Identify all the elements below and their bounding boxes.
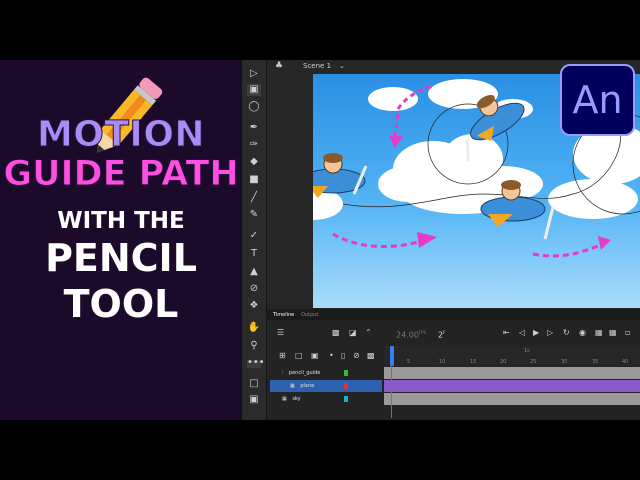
timeline-tabs: Timeline Output: [267, 310, 640, 320]
letterbox-bottom: [0, 420, 640, 480]
insert-frame-icon[interactable]: ▦: [609, 322, 617, 344]
ruler-tick: 30: [561, 359, 568, 365]
layer-icon: ▦: [282, 396, 287, 402]
layer-name[interactable]: pencil_guide: [289, 370, 320, 376]
pen-icon[interactable]: ✒: [247, 122, 261, 134]
visibility-icon[interactable]: ⊘: [353, 346, 360, 366]
paint-bucket-icon[interactable]: ▲: [247, 266, 261, 278]
title-guide-path: GUIDE PATH: [3, 154, 239, 195]
ruler-tick: 10: [439, 359, 446, 365]
layer-row-sky[interactable]: ▦ sky: [270, 393, 382, 405]
fps-value[interactable]: 24.00: [396, 331, 419, 340]
eyedropper-icon[interactable]: ⊘: [247, 283, 261, 295]
layer-tools: ⊞ □ ▣ • ▯ ⊘ ▩: [267, 346, 382, 366]
pencil-tool-icon[interactable]: ✎: [247, 209, 261, 221]
layer-row-plane[interactable]: ▦ plane: [270, 380, 382, 392]
scene-label[interactable]: Scene 1: [303, 60, 331, 73]
layer-color-swatch[interactable]: [344, 396, 348, 402]
layer-name[interactable]: plane: [300, 383, 314, 389]
frames-row-sky[interactable]: [384, 393, 640, 405]
tab-timeline[interactable]: Timeline: [273, 310, 294, 320]
timeline-controls: ☰ ▩ ◪ ⌃ ⇤ ◁ ▶ ▷ ↻ ◉ ▦ ▦ ▫: [267, 322, 640, 344]
layer-depth-icon[interactable]: ◪: [349, 322, 357, 344]
rectangle-icon[interactable]: ■: [247, 174, 261, 186]
tools-panel: ▷ ▣ ◯ ✒ ✑ ◆ ■ ╱ ✎ ✓ T ▲ ⊘ ❖ ✋ ⚲ ••• □ ▣: [242, 60, 267, 420]
frames-row-plane[interactable]: [384, 380, 640, 392]
outline-icon[interactable]: ▯: [341, 346, 345, 366]
motion-layer-icon: ▦: [290, 383, 295, 389]
loop-icon[interactable]: ↻: [563, 322, 570, 344]
title-pencil: PENCIL: [45, 236, 197, 280]
eraser-icon[interactable]: ◆: [247, 156, 261, 168]
fps-display[interactable]: 24.00FPS: [396, 322, 426, 347]
frame-ruler[interactable]: 1s 5 10 15 20 25 30 35 40: [384, 346, 640, 366]
title-tool: TOOL: [63, 282, 179, 326]
guide-layer-icon: ∶: [282, 370, 284, 376]
zoom-icon[interactable]: ⚲: [247, 340, 261, 352]
play-icon[interactable]: ▶: [533, 322, 539, 344]
trash-icon[interactable]: ▣: [311, 346, 319, 366]
camera-icon[interactable]: ▩: [332, 322, 340, 344]
ruler-tick: 40: [622, 359, 629, 365]
ruler-tick: 35: [592, 359, 599, 365]
more-icon[interactable]: •••: [247, 358, 265, 368]
tab-output[interactable]: Output: [301, 310, 318, 320]
chevron-down-icon[interactable]: ⌄: [339, 60, 345, 73]
ruler-tick: 25: [530, 359, 537, 365]
new-folder-icon[interactable]: □: [295, 346, 303, 366]
playhead-line: [391, 366, 392, 418]
title-motion: MOTION: [36, 114, 206, 156]
title-with-the: WITH THE: [57, 208, 185, 234]
next-frame-icon[interactable]: ▷: [547, 322, 553, 344]
selection-tool-icon[interactable]: ▷: [247, 68, 261, 80]
layer-color-swatch[interactable]: [344, 370, 348, 376]
pen-tool-icon[interactable]: ✓: [247, 230, 261, 242]
prev-frame-icon[interactable]: ◁: [519, 322, 525, 344]
bone-icon[interactable]: ❖: [247, 300, 261, 312]
frames-row-pencil-guide[interactable]: [384, 367, 640, 379]
graph-icon[interactable]: ⌃: [365, 322, 372, 344]
current-frame-display[interactable]: 2F: [438, 322, 445, 347]
letterbox-top: [0, 0, 640, 60]
layer-color-swatch[interactable]: [344, 383, 348, 389]
first-frame-icon[interactable]: ⇤: [503, 322, 510, 344]
playhead[interactable]: [390, 346, 394, 366]
lasso-icon[interactable]: ◯: [247, 101, 261, 113]
title-panel: MOTION GUIDE PATH WITH THE PENCIL TOOL: [0, 60, 242, 420]
hand-icon[interactable]: ✋: [247, 322, 261, 334]
stroke-color-icon[interactable]: □: [247, 378, 261, 390]
animate-logo-text: An: [572, 78, 623, 122]
layer-name[interactable]: sky: [292, 396, 300, 402]
fps-unit: FPS: [418, 330, 427, 335]
edit-frames-icon[interactable]: ▦: [595, 322, 603, 344]
onion-skin-icon[interactable]: ◉: [579, 322, 586, 344]
scene-icon: ♣: [275, 61, 284, 71]
ruler-tick: 15: [470, 359, 477, 365]
ruler-tick: 5: [407, 359, 411, 365]
layer-row-pencil-guide[interactable]: ∶ pencil_guide: [270, 367, 382, 379]
lock-icon[interactable]: ▩: [367, 346, 375, 366]
highlight-icon[interactable]: •: [329, 346, 334, 366]
brush-icon[interactable]: ✑: [247, 139, 261, 151]
swap-colors-icon[interactable]: ▣: [247, 394, 261, 406]
text-icon[interactable]: T: [247, 248, 261, 260]
current-frame-unit: F: [443, 330, 446, 335]
line-icon[interactable]: ╱: [247, 192, 261, 204]
ruler-tick: 20: [500, 359, 507, 365]
keyframe-icon[interactable]: ▫: [625, 322, 630, 344]
new-layer-icon[interactable]: ⊞: [279, 346, 286, 366]
ruler-seconds-label: 1s: [524, 348, 530, 354]
layers-icon[interactable]: ☰: [277, 322, 284, 344]
free-transform-icon[interactable]: ▣: [247, 84, 261, 96]
